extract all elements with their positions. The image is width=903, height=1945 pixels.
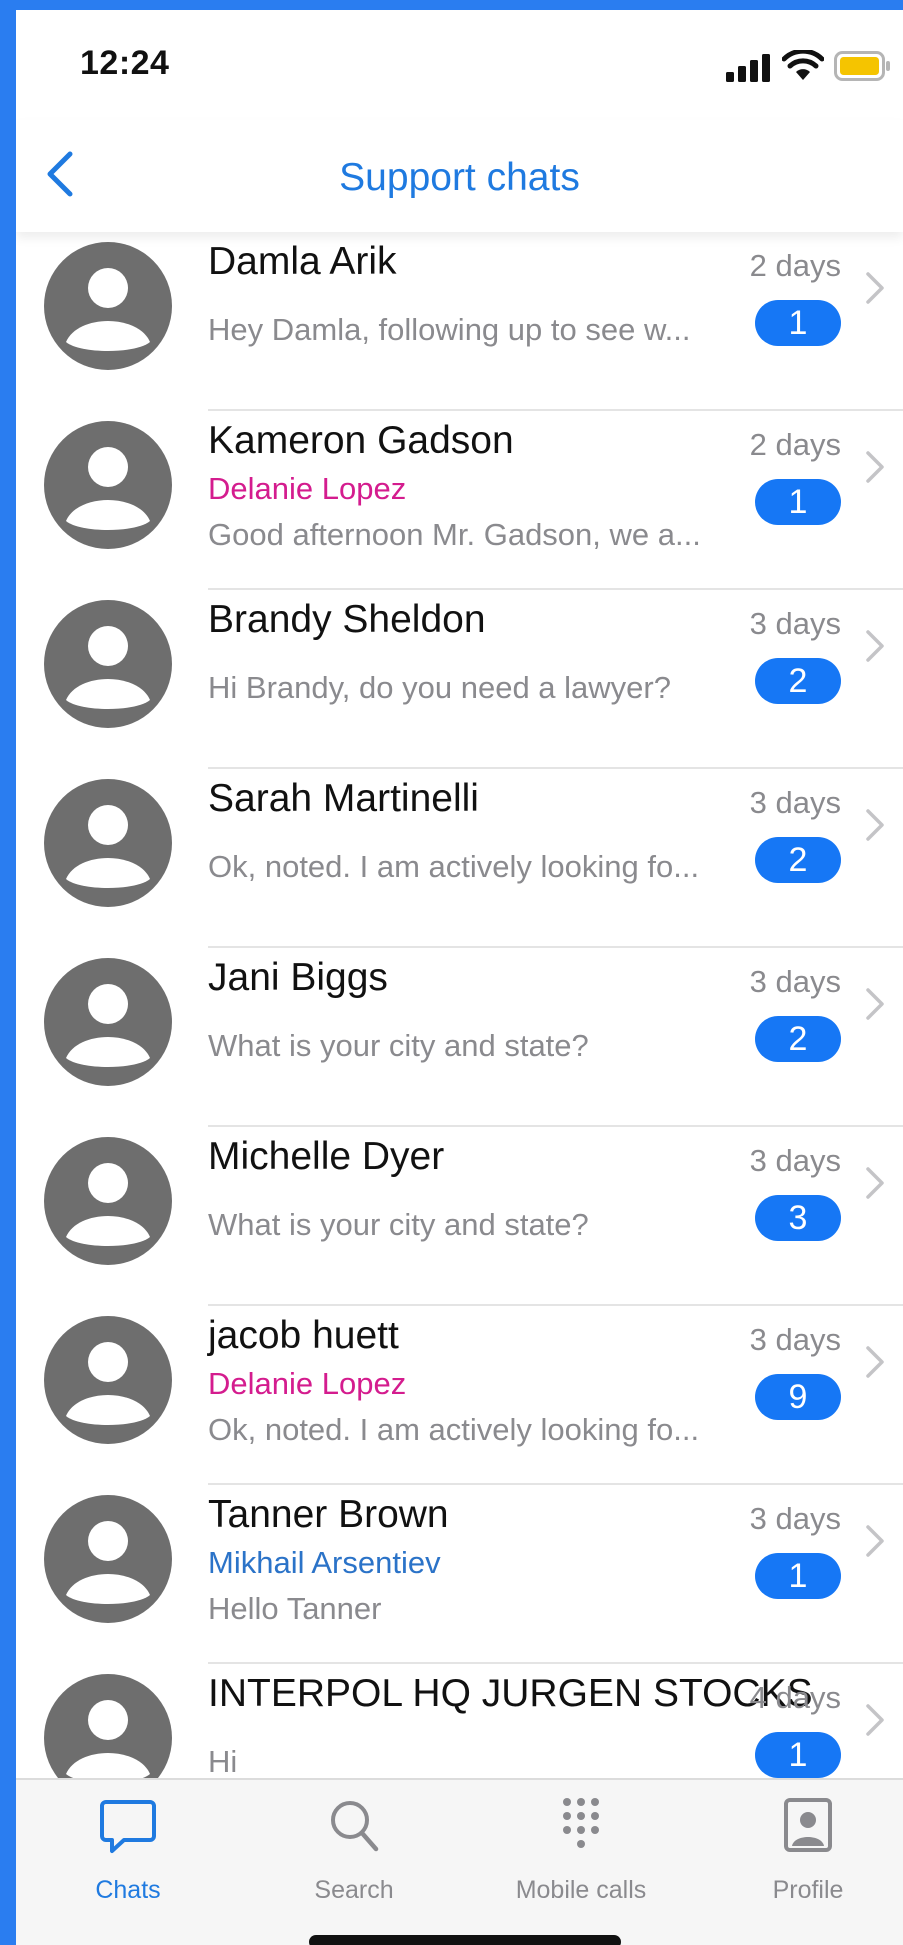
tab-label: Mobile calls — [515, 1876, 647, 1904]
chat-contact-name: Sarah Martinelli — [208, 777, 479, 820]
default-avatar-icon — [66, 984, 150, 1067]
chat-last-message: Hi — [208, 1744, 238, 1778]
unread-badge: 1 — [755, 1732, 841, 1778]
chevron-right-icon — [866, 1525, 884, 1557]
profile-icon — [784, 1798, 832, 1852]
tab-label: Chats — [95, 1876, 161, 1904]
chat-contact-name: Damla Arik — [208, 240, 397, 283]
default-avatar-icon — [66, 805, 150, 888]
tab-bar: Chats Search Mobile calls Profile — [16, 1778, 903, 1945]
avatar — [44, 1137, 172, 1265]
avatar — [44, 958, 172, 1086]
chat-contact-name: Michelle Dyer — [208, 1135, 445, 1178]
chat-last-message: Ok, noted. I am actively looking fo... — [208, 1412, 700, 1447]
avatar — [44, 1674, 172, 1778]
unread-badge: 1 — [755, 479, 841, 525]
chat-row[interactable]: Sarah Martinelli Ok, noted. I am actively… — [16, 769, 903, 948]
avatar — [44, 1316, 172, 1444]
unread-badge: 9 — [755, 1374, 841, 1420]
tab-mobile-calls[interactable]: Mobile calls — [481, 1796, 681, 1916]
chat-last-message: Ok, noted. I am actively looking fo... — [208, 849, 700, 884]
cellular-signal-icon — [726, 54, 770, 82]
chat-last-message: Hi Brandy, do you need a lawyer? — [208, 670, 671, 705]
chevron-right-icon — [866, 1167, 884, 1199]
chevron-right-icon — [866, 809, 884, 841]
chat-contact-name: Brandy Sheldon — [208, 598, 486, 641]
chat-last-message: What is your city and state? — [208, 1207, 589, 1242]
chat-contact-name: INTERPOL HQ JURGEN STOCKS — [208, 1672, 813, 1715]
chat-assigned-agent: Delanie Lopez — [208, 471, 407, 506]
chat-row[interactable]: Tanner Brown Mikhail Arsentiev Hello Tanne… — [16, 1485, 903, 1664]
search-icon — [331, 1801, 379, 1852]
default-avatar-icon — [66, 268, 150, 351]
chat-last-message: What is your city and state? — [208, 1028, 589, 1063]
default-avatar-icon — [66, 1342, 150, 1425]
chat-last-message: Hello Tanner — [208, 1591, 382, 1626]
unread-badge: 1 — [755, 1553, 841, 1599]
chat-timestamp: 3 days — [749, 1501, 841, 1536]
chat-timestamp: 4 days — [749, 1680, 841, 1715]
chat-assigned-agent: Delanie Lopez — [208, 1366, 407, 1401]
chat-last-message: Hey Damla, following up to see w... — [208, 312, 691, 347]
unread-badge: 2 — [755, 837, 841, 883]
unread-badge: 1 — [755, 300, 841, 346]
avatar — [44, 242, 172, 370]
chat-timestamp: 3 days — [749, 785, 841, 820]
chat-row[interactable]: jacob huett Delanie Lopez Ok, noted. I am … — [16, 1306, 903, 1485]
battery-icon — [834, 51, 890, 81]
unread-badge: 3 — [755, 1195, 841, 1241]
chevron-right-icon — [866, 1704, 884, 1736]
avatar — [44, 421, 172, 549]
chat-last-message: Good afternoon Mr. Gadson, we a... — [208, 517, 701, 552]
home-indicator — [309, 1935, 621, 1945]
chat-row[interactable]: Damla Arik Hey Damla, following up to see… — [16, 232, 903, 411]
tab-search[interactable]: Search — [254, 1796, 454, 1916]
dialpad-icon — [563, 1798, 599, 1848]
chat-row[interactable]: Jani Biggs What is your city and state? 3 … — [16, 948, 903, 1127]
chat-timestamp: 2 days — [749, 248, 841, 283]
chat-contact-name: Tanner Brown — [208, 1493, 449, 1536]
tab-label: Profile — [772, 1876, 844, 1904]
chat-row[interactable]: Michelle Dyer What is your city and state… — [16, 1127, 903, 1306]
chat-timestamp: 2 days — [749, 427, 841, 462]
avatar — [44, 600, 172, 728]
chat-list: Damla Arik Hey Damla, following up to see… — [16, 232, 903, 1778]
chat-timestamp: 3 days — [749, 964, 841, 999]
unread-badge: 2 — [755, 1016, 841, 1062]
chat-timestamp: 3 days — [749, 1143, 841, 1178]
chat-contact-name: jacob huett — [208, 1314, 399, 1357]
chat-contact-name: Kameron Gadson — [208, 419, 514, 462]
default-avatar-icon — [66, 1700, 150, 1778]
chat-assigned-agent: Mikhail Arsentiev — [208, 1545, 441, 1580]
default-avatar-icon — [66, 626, 150, 709]
tab-label: Search — [314, 1876, 394, 1904]
chat-contact-name: Jani Biggs — [208, 956, 388, 999]
status-bar: 12:24 — [16, 10, 903, 120]
chevron-right-icon — [866, 988, 884, 1020]
default-avatar-icon — [66, 1163, 150, 1246]
tab-profile[interactable]: Profile — [708, 1796, 903, 1916]
chevron-right-icon — [866, 451, 884, 483]
tab-chats[interactable]: Chats — [28, 1796, 228, 1916]
navigation-bar: Support chats — [16, 120, 903, 232]
chat-bubble-icon — [100, 1800, 156, 1853]
default-avatar-icon — [66, 1521, 150, 1604]
chat-row[interactable]: Kameron Gadson Delanie Lopez Good afternoo… — [16, 411, 903, 590]
wifi-icon — [782, 50, 824, 80]
chat-row[interactable]: INTERPOL HQ JURGEN STOCKS Hi 4 days 1 — [16, 1664, 903, 1778]
chevron-right-icon — [866, 272, 884, 304]
chevron-right-icon — [866, 1346, 884, 1378]
default-avatar-icon — [66, 447, 150, 530]
avatar — [44, 1495, 172, 1623]
avatar — [44, 779, 172, 907]
chevron-right-icon — [866, 630, 884, 662]
phone-screen: 12:24 Support chats Damla Arik Hey Damla,… — [16, 10, 903, 1945]
chat-row[interactable]: Brandy Sheldon Hi Brandy, do you need a l… — [16, 590, 903, 769]
chat-timestamp: 3 days — [749, 606, 841, 641]
page-title: Support chats — [339, 156, 580, 199]
chat-timestamp: 3 days — [749, 1322, 841, 1357]
unread-badge: 2 — [755, 658, 841, 704]
status-time: 12:24 — [80, 44, 170, 82]
